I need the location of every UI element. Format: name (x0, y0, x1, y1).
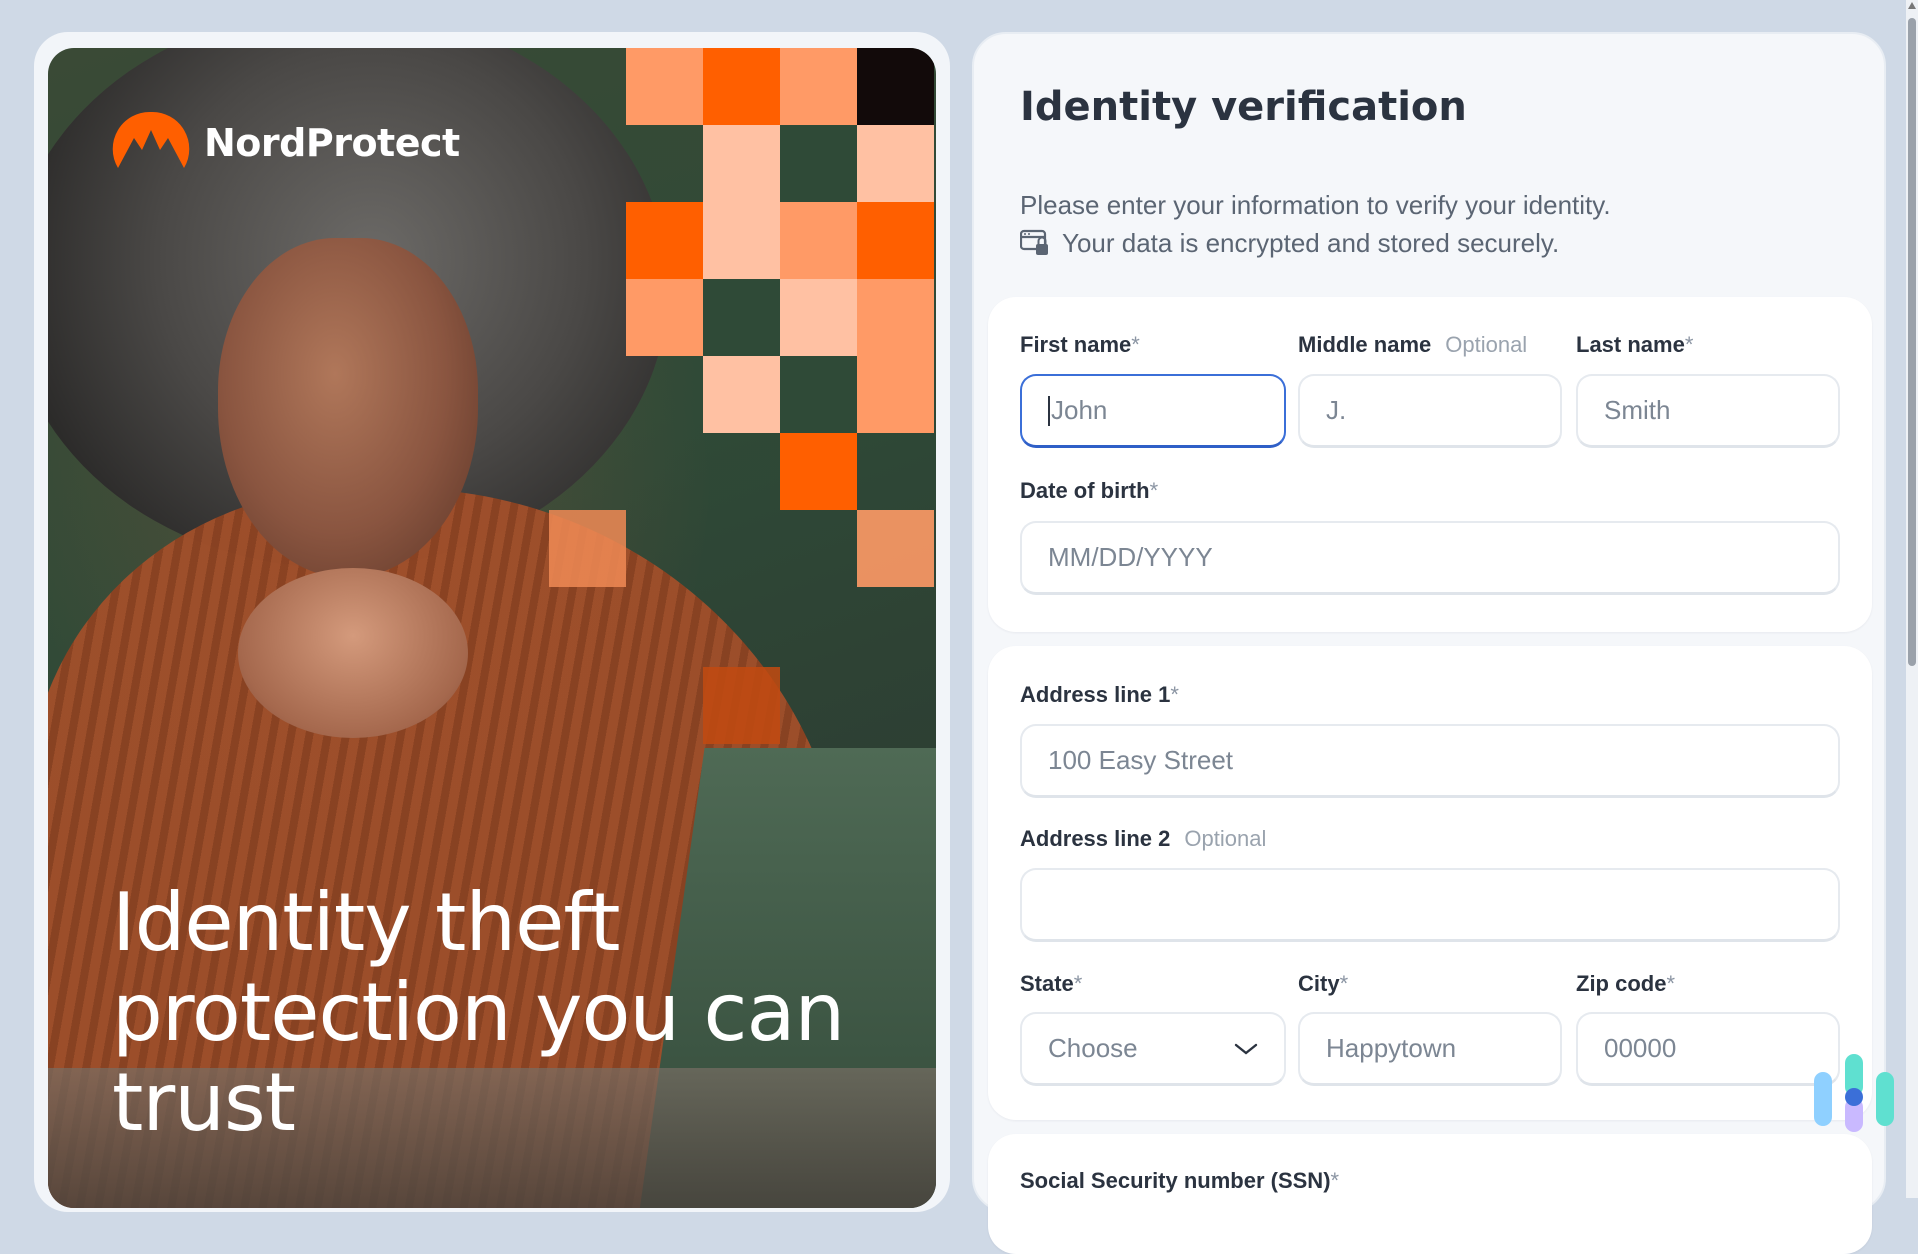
first-name-label: First name* (1020, 332, 1140, 358)
required-mark: * (1330, 1168, 1340, 1193)
address1-value: 100 Easy Street (1048, 745, 1233, 775)
last-name-label: Last name* (1576, 332, 1693, 358)
chevron-down-icon (1234, 1043, 1258, 1055)
state-label: State* (1020, 971, 1082, 997)
scroll-thumb[interactable] (1908, 18, 1916, 666)
state-label-text: State (1020, 971, 1074, 996)
required-mark: * (1684, 332, 1694, 357)
city-input[interactable]: Happytown (1298, 1012, 1562, 1086)
dob-label-text: Date of birth (1020, 478, 1150, 503)
mosaic-tile (626, 48, 703, 125)
mosaic-tile (857, 125, 934, 202)
hero-headline: Identity theft protection you can trust (112, 876, 845, 1149)
first-name-label-text: First name (1020, 332, 1132, 357)
last-name-label-text: Last name (1576, 332, 1685, 357)
state-value: Choose (1048, 1033, 1138, 1063)
mosaic-tile (780, 433, 857, 510)
ssn-label-text: Social Security number (SSN) (1020, 1168, 1331, 1193)
mosaic-tile (626, 279, 703, 356)
optional-tag: Optional (1184, 826, 1267, 851)
middle-name-value: J. (1326, 395, 1347, 425)
dob-label: Date of birth* (1020, 478, 1158, 504)
ssn-label: Social Security number (SSN)* (1020, 1168, 1339, 1194)
last-name-value: Smith (1604, 395, 1671, 425)
lock-window-icon (1020, 229, 1048, 255)
personal-info-card: First name* John Middle name Optional J. … (988, 297, 1872, 632)
required-mark: * (1131, 332, 1140, 357)
intro-text: Please enter your information to verify … (1020, 190, 1611, 220)
address2-label-text: Address line 2 (1020, 826, 1171, 851)
zip-label-text: Zip code (1576, 971, 1667, 996)
required-mark: * (1339, 971, 1349, 996)
required-mark: * (1073, 971, 1083, 996)
dob-placeholder: MM/DD/YYYY (1048, 542, 1213, 572)
city-label: City* (1298, 971, 1348, 997)
nordprotect-logo-icon (112, 111, 190, 168)
optional-tag: Optional (1445, 332, 1528, 357)
address1-label: Address line 1* (1020, 682, 1179, 708)
hero-photo-hand (238, 568, 468, 738)
middle-name-input[interactable]: J. (1298, 374, 1562, 448)
mosaic-tile (703, 125, 780, 202)
brand-name: NordProtect (204, 121, 460, 165)
zip-input[interactable]: 00000 (1576, 1012, 1840, 1086)
mosaic-tile (703, 356, 780, 433)
brand-badge-icon[interactable] (1812, 1046, 1896, 1134)
last-name-input[interactable]: Smith (1576, 374, 1840, 448)
mosaic-tile (857, 202, 934, 279)
required-mark: * (1666, 971, 1676, 996)
mosaic-tile (703, 48, 780, 125)
address2-label: Address line 2 Optional (1020, 826, 1266, 852)
mosaic-tile (857, 48, 934, 125)
identity-form-panel: Identity verification Please enter your … (972, 32, 1886, 1254)
required-mark: * (1170, 682, 1179, 707)
middle-name-label-text: Middle name (1298, 332, 1432, 357)
state-select[interactable]: Choose (1020, 1012, 1286, 1086)
hero-photo-face (218, 238, 478, 578)
mosaic-tile (703, 202, 780, 279)
zip-label: Zip code* (1576, 971, 1675, 997)
form-intro: Please enter your information to verify … (1020, 186, 1611, 262)
ssn-card: Social Security number (SSN)* (988, 1134, 1872, 1254)
mosaic-tile (857, 510, 934, 587)
mosaic-tile (780, 356, 857, 433)
mosaic-tile (857, 356, 934, 433)
city-label-text: City (1298, 971, 1340, 996)
mosaic-tile (549, 510, 626, 587)
address1-label-text: Address line 1 (1020, 682, 1171, 707)
mosaic-tile (703, 279, 780, 356)
zip-value: 00000 (1604, 1033, 1677, 1063)
mosaic-tile (780, 279, 857, 356)
mosaic-tile (703, 667, 780, 744)
page-title: Identity verification (1020, 84, 1467, 130)
hero-image: NordProtect Identity theft protection yo… (48, 48, 936, 1208)
required-mark: * (1149, 478, 1159, 503)
mosaic-tile (626, 202, 703, 279)
address1-input[interactable]: 100 Easy Street (1020, 724, 1840, 798)
address2-input[interactable] (1020, 868, 1840, 942)
mosaic-tile (780, 125, 857, 202)
first-name-value: John (1051, 395, 1108, 425)
text-caret (1048, 395, 1050, 426)
brand-logo[interactable]: NordProtect (112, 110, 460, 176)
mosaic-tile (780, 48, 857, 125)
page-scrollbar[interactable] (1906, 0, 1918, 1198)
mosaic-tile (780, 202, 857, 279)
mosaic-tile (857, 279, 934, 356)
security-note: Your data is encrypted and stored secure… (1062, 228, 1560, 258)
middle-name-label: Middle name Optional (1298, 332, 1527, 358)
city-value: Happytown (1326, 1033, 1457, 1063)
first-name-input[interactable]: John (1020, 374, 1286, 448)
address-card: Address line 1* 100 Easy Street Address … (988, 646, 1872, 1120)
dob-input[interactable]: MM/DD/YYYY (1020, 521, 1840, 595)
scroll-up-arrow-icon[interactable] (1908, 2, 1916, 9)
